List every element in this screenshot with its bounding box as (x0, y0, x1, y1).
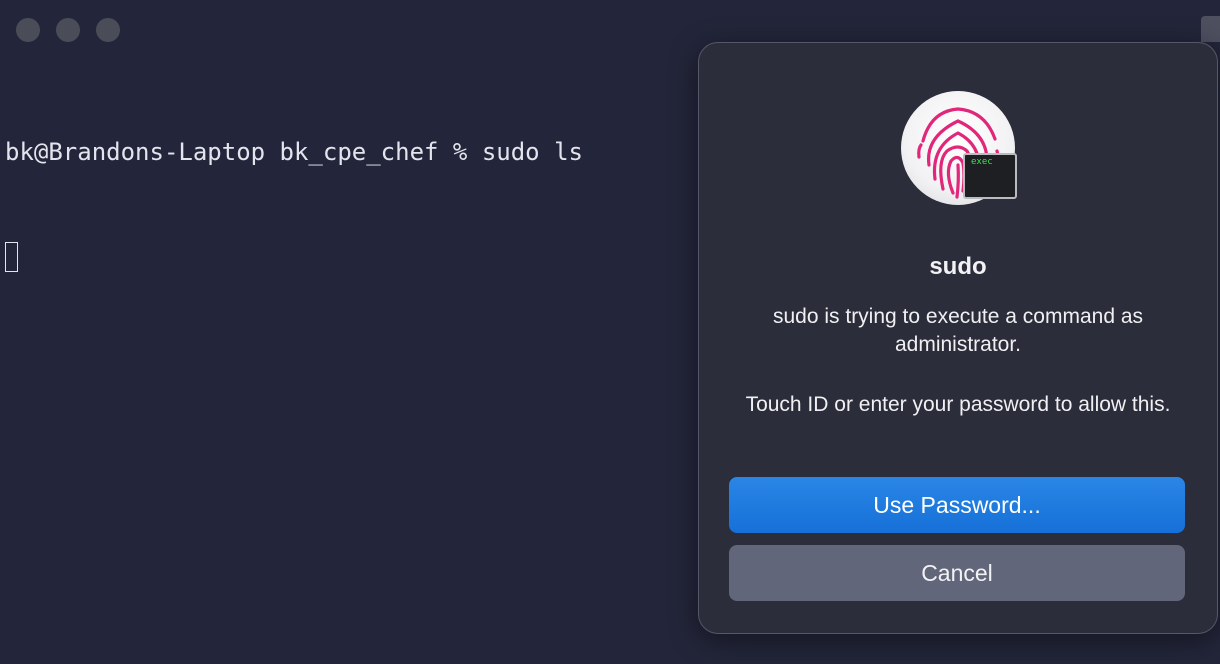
zoom-window-button[interactable] (96, 18, 120, 42)
close-window-button[interactable] (16, 18, 40, 42)
cancel-button[interactable]: Cancel (729, 545, 1185, 601)
dialog-title: sudo (929, 253, 987, 280)
dialog-instructions: Touch ID or enter your password to allow… (745, 393, 1171, 416)
terminal-window: bk@Brandons-Laptop bk_cpe_chef % sudo ls (0, 0, 1220, 664)
text-cursor (5, 242, 18, 272)
use-password-button[interactable]: Use Password... (729, 477, 1185, 533)
exec-badge-label: exec (971, 157, 993, 167)
app-icon: exec (901, 91, 1017, 207)
minimize-window-button[interactable] (56, 18, 80, 42)
dialog-message: sudo is trying to execute a command as a… (772, 305, 1144, 356)
exec-badge-icon: exec (963, 153, 1017, 199)
folder-icon (1201, 16, 1220, 42)
auth-dialog: exec sudo sudo is trying to execute a co… (698, 42, 1218, 634)
